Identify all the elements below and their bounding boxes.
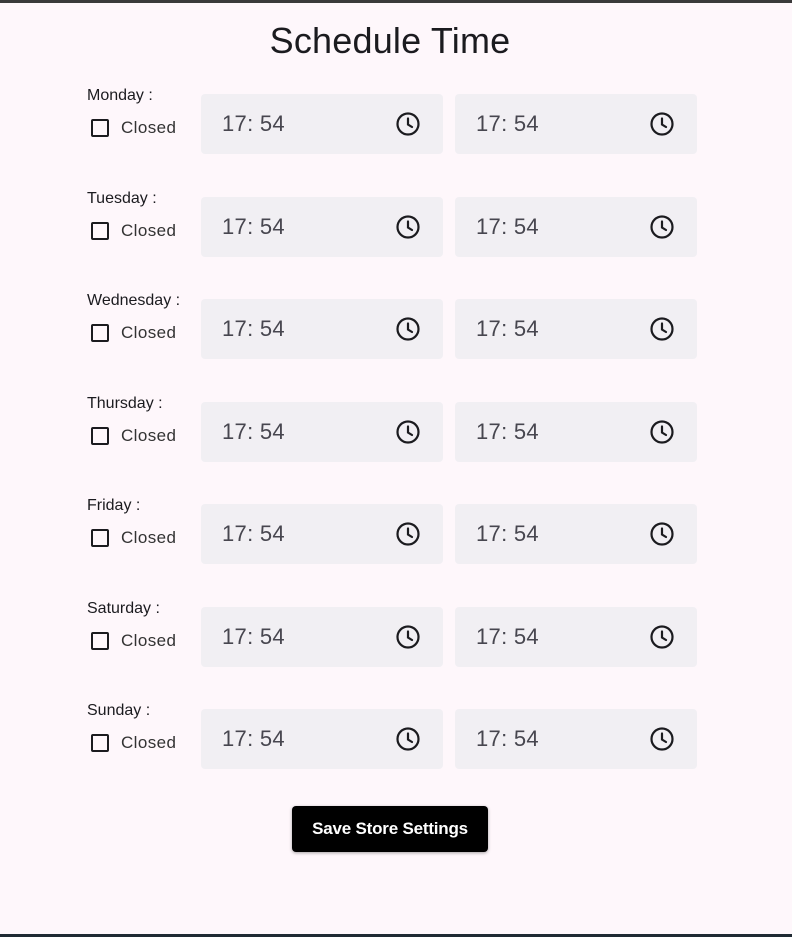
closed-label: Closed	[121, 426, 177, 445]
closed-toggle[interactable]: Closed	[91, 629, 176, 653]
close-time-field[interactable]: 17: 54	[455, 299, 697, 359]
close-time-field[interactable]: 17: 54	[455, 402, 697, 462]
day-row-saturday: Saturday : Closed 17: 54 17: 54	[0, 600, 792, 667]
day-label: Tuesday :	[87, 190, 157, 207]
closed-label: Closed	[121, 733, 177, 752]
close-time-value: 17: 54	[476, 111, 539, 136]
day-row-tuesday: Tuesday : Closed 17: 54 17: 54	[0, 190, 792, 257]
closed-label: Closed	[121, 118, 177, 137]
close-time-value: 17: 54	[476, 521, 539, 546]
clock-icon[interactable]	[395, 316, 421, 342]
clock-icon[interactable]	[649, 419, 675, 445]
close-time-value: 17: 54	[476, 316, 539, 341]
open-time-value: 17: 54	[222, 521, 285, 546]
open-time-value: 17: 54	[222, 726, 285, 751]
close-time-value: 17: 54	[476, 419, 539, 444]
close-time-field[interactable]: 17: 54	[455, 607, 697, 667]
clock-icon[interactable]	[649, 624, 675, 650]
close-time-value: 17: 54	[476, 624, 539, 649]
day-row-thursday: Thursday : Closed 17: 54 17: 54	[0, 395, 792, 462]
clock-icon[interactable]	[649, 316, 675, 342]
open-time-value: 17: 54	[222, 419, 285, 444]
open-time-value: 17: 54	[222, 316, 285, 341]
closed-checkbox[interactable]	[91, 119, 109, 137]
open-time-field[interactable]: 17: 54	[201, 94, 443, 154]
close-time-field[interactable]: 17: 54	[455, 94, 697, 154]
open-time-field[interactable]: 17: 54	[201, 607, 443, 667]
closed-toggle[interactable]: Closed	[91, 219, 176, 243]
clock-icon[interactable]	[649, 521, 675, 547]
clock-icon[interactable]	[649, 726, 675, 752]
closed-checkbox[interactable]	[91, 324, 109, 342]
closed-toggle[interactable]: Closed	[91, 526, 176, 550]
clock-icon[interactable]	[395, 521, 421, 547]
open-time-value: 17: 54	[222, 111, 285, 136]
day-label: Thursday :	[87, 395, 163, 412]
close-time-field[interactable]: 17: 54	[455, 197, 697, 257]
closed-toggle[interactable]: Closed	[91, 424, 176, 448]
clock-icon[interactable]	[395, 111, 421, 137]
day-label: Monday :	[87, 87, 153, 104]
save-store-settings-button[interactable]: Save Store Settings	[292, 806, 488, 852]
closed-checkbox[interactable]	[91, 529, 109, 547]
close-time-value: 17: 54	[476, 214, 539, 239]
close-time-field[interactable]: 17: 54	[455, 709, 697, 769]
closed-checkbox[interactable]	[91, 427, 109, 445]
closed-checkbox[interactable]	[91, 734, 109, 752]
closed-label: Closed	[121, 221, 177, 240]
day-row-sunday: Sunday : Closed 17: 54 17: 54	[0, 702, 792, 769]
day-label: Saturday :	[87, 600, 160, 617]
clock-icon[interactable]	[395, 214, 421, 240]
clock-icon[interactable]	[649, 111, 675, 137]
closed-label: Closed	[121, 323, 177, 342]
closed-checkbox[interactable]	[91, 632, 109, 650]
open-time-field[interactable]: 17: 54	[201, 709, 443, 769]
day-row-friday: Friday : Closed 17: 54 17: 54	[0, 497, 792, 564]
open-time-value: 17: 54	[222, 624, 285, 649]
day-label: Sunday :	[87, 702, 151, 719]
closed-toggle[interactable]: Closed	[91, 731, 176, 755]
open-time-field[interactable]: 17: 54	[201, 402, 443, 462]
open-time-field[interactable]: 17: 54	[201, 197, 443, 257]
close-time-field[interactable]: 17: 54	[455, 504, 697, 564]
close-time-value: 17: 54	[476, 726, 539, 751]
open-time-field[interactable]: 17: 54	[201, 299, 443, 359]
closed-label: Closed	[121, 631, 177, 650]
closed-toggle[interactable]: Closed	[91, 321, 176, 345]
clock-icon[interactable]	[395, 419, 421, 445]
closed-checkbox[interactable]	[91, 222, 109, 240]
day-label: Friday :	[87, 497, 141, 514]
clock-icon[interactable]	[649, 214, 675, 240]
clock-icon[interactable]	[395, 624, 421, 650]
closed-label: Closed	[121, 528, 177, 547]
open-time-field[interactable]: 17: 54	[201, 504, 443, 564]
clock-icon[interactable]	[395, 726, 421, 752]
closed-toggle[interactable]: Closed	[91, 116, 176, 140]
day-row-wednesday: Wednesday : Closed 17: 54 17: 54	[0, 292, 792, 359]
open-time-value: 17: 54	[222, 214, 285, 239]
page-title: Schedule Time	[269, 20, 511, 61]
day-label: Wednesday :	[87, 292, 181, 309]
day-row-monday: Monday : Closed 17: 54 17: 54	[0, 87, 792, 154]
